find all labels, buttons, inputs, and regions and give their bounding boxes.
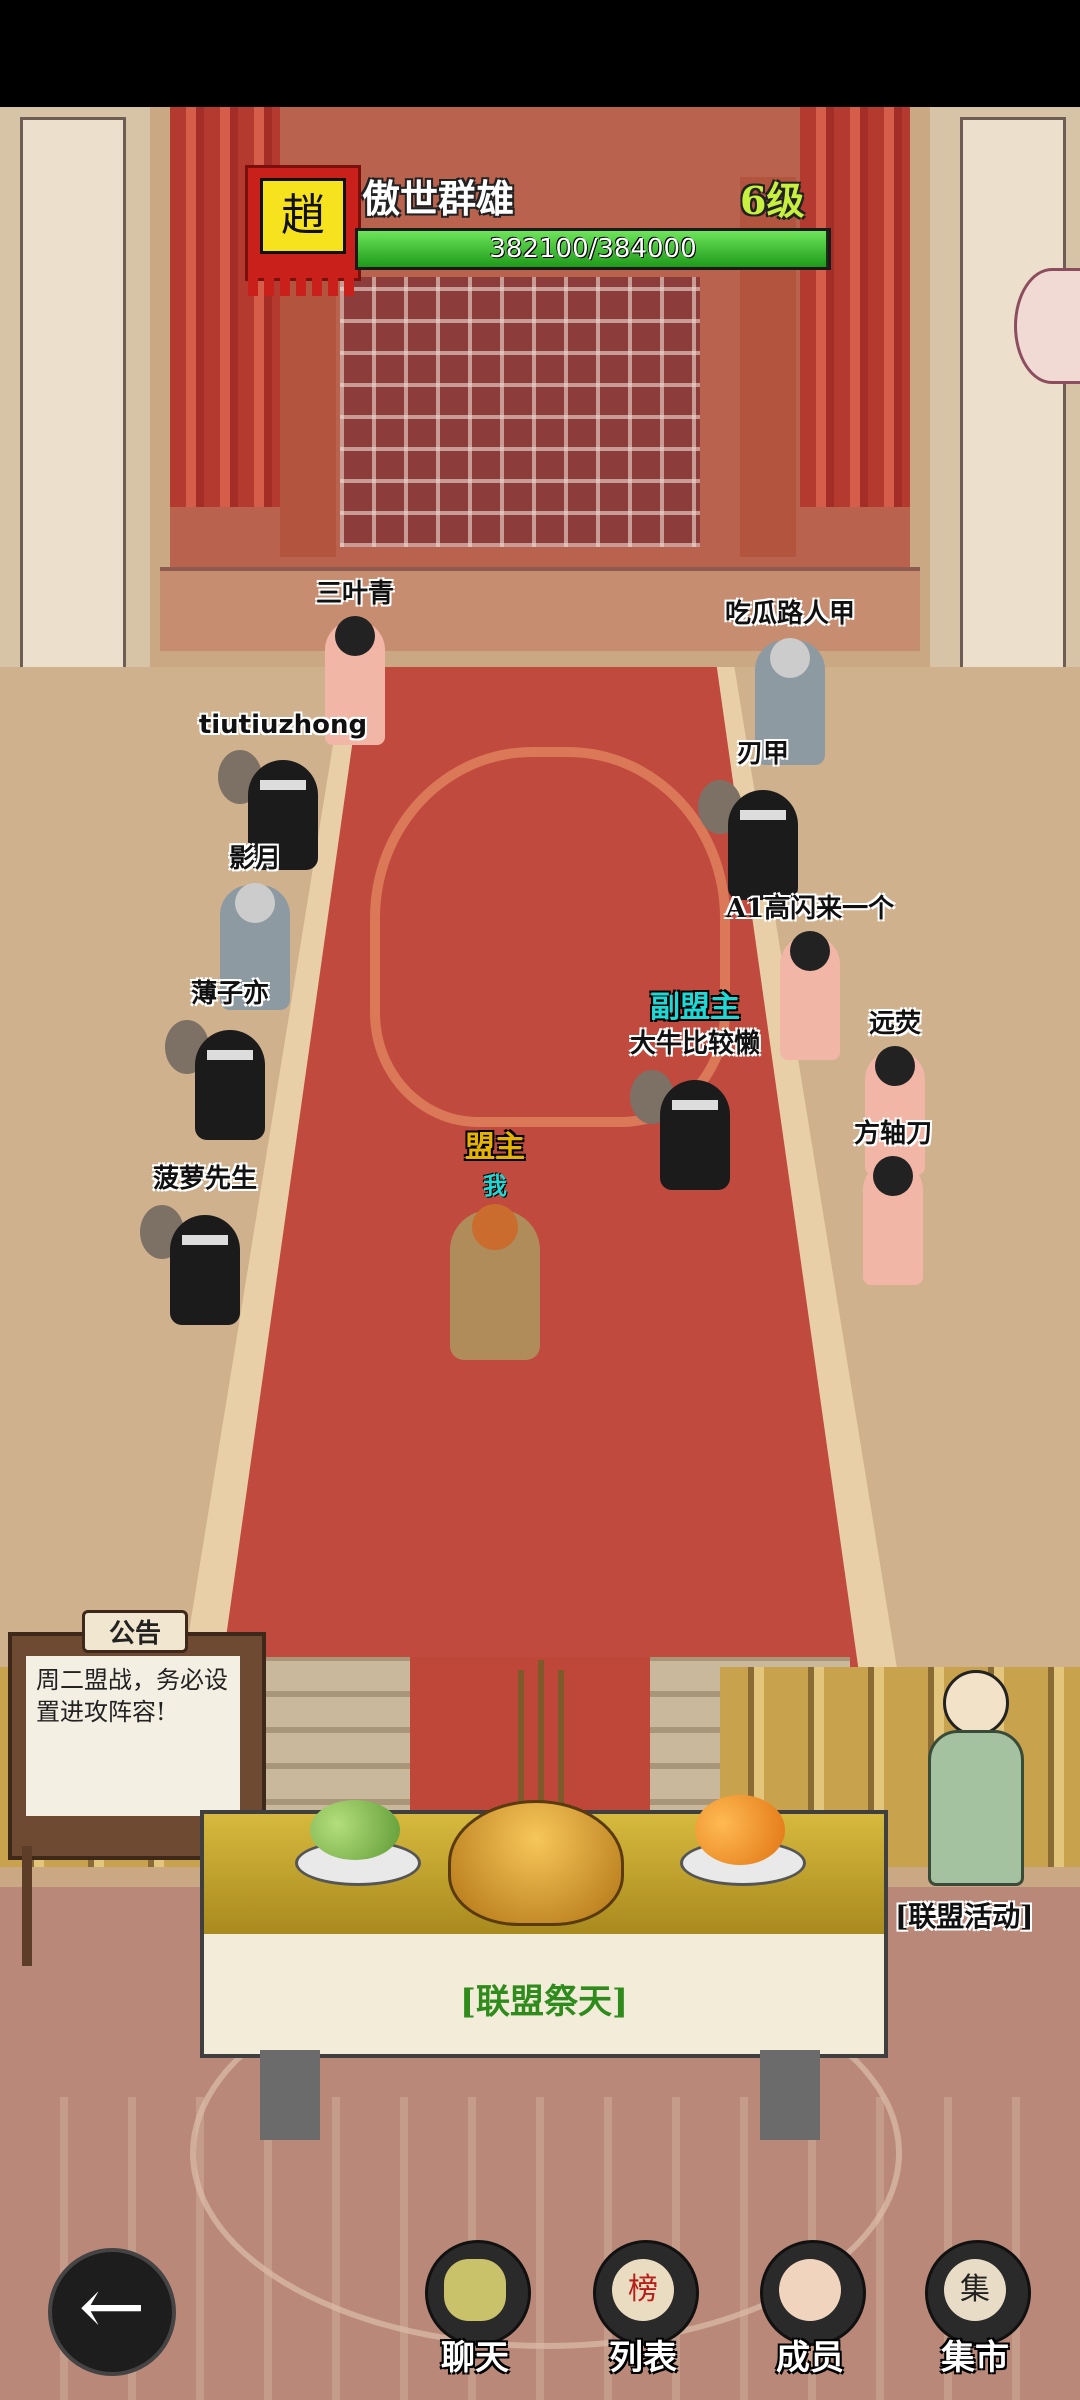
- guild-exp-bar: 382100/384000: [355, 228, 831, 270]
- activity-npc[interactable]: [918, 1650, 1028, 1890]
- member-name: tiutiuzhong: [198, 710, 368, 740]
- apples: [310, 1800, 400, 1860]
- nav-members-label: 成员: [776, 2338, 844, 2378]
- leader-sprite: [450, 1204, 540, 1360]
- member-name: 吃瓜路人甲: [724, 599, 856, 629]
- nav-list-button[interactable]: 榜 列表: [578, 2240, 708, 2390]
- banner-emblem: 趙: [260, 178, 346, 254]
- npc-body: [928, 1730, 1024, 1886]
- nav-list-label: 列表: [609, 2338, 677, 2378]
- member-character[interactable]: 方轴刀: [838, 1119, 948, 1290]
- guild-level: 6级: [740, 178, 805, 223]
- guild-name: 傲世群雄: [362, 176, 515, 221]
- banner-fringe: [248, 278, 358, 296]
- member-name: 三叶青: [315, 579, 395, 609]
- vice-leader-title: 副盟主: [650, 990, 740, 1025]
- nav-market-button[interactable]: 集 集市: [910, 2240, 1040, 2390]
- vice-leader-character[interactable]: 副盟主 大牛比较懒: [630, 990, 760, 1200]
- nav-members-button[interactable]: 成员: [745, 2240, 875, 2390]
- leader-character[interactable]: 盟主 我: [440, 1130, 550, 1370]
- incense-stick: [518, 1670, 524, 1820]
- member-name: 影月: [228, 844, 282, 874]
- nav-market-label: 集市: [941, 2338, 1009, 2378]
- altar-label: [联盟祭天]: [459, 1982, 629, 2022]
- member-name: 远荧: [868, 1009, 922, 1039]
- member-character[interactable]: 菠萝先生: [140, 1164, 260, 1335]
- member-name: A1高闪来一个: [725, 894, 895, 924]
- nav-chat-label: 聊天: [441, 2338, 509, 2378]
- back-arrow-icon[interactable]: ←: [48, 2248, 176, 2376]
- member-name: 刃甲: [736, 739, 790, 769]
- guild-banner[interactable]: 趙: [245, 165, 361, 296]
- member-name: 方轴刀: [853, 1119, 933, 1149]
- me-tag: 我: [483, 1171, 507, 1200]
- oranges: [695, 1795, 785, 1865]
- member-sprite: [863, 1156, 923, 1285]
- member-sprite: [660, 1080, 730, 1190]
- member-name: 薄子亦: [190, 979, 270, 1009]
- incense-stick: [558, 1670, 564, 1820]
- lattice-window: [340, 277, 700, 547]
- npc-head: [943, 1670, 1009, 1736]
- notice-text: 周二盟战，务必设置进攻阵容!: [26, 1656, 240, 1816]
- leader-title: 盟主: [465, 1130, 525, 1165]
- member-character[interactable]: 薄子亦: [165, 979, 285, 1150]
- member-sprite: [728, 790, 798, 900]
- nav-chat-button[interactable]: 聊天: [410, 2240, 540, 2390]
- member-sprite: [195, 1030, 265, 1140]
- member-sprite: [780, 931, 840, 1060]
- exp-text: 382100/384000: [489, 234, 697, 264]
- side-avatar[interactable]: [1014, 268, 1080, 384]
- activity-label[interactable]: [联盟活动]: [895, 1895, 1034, 1935]
- altar-leg: [260, 2050, 320, 2140]
- member-name: 大牛比较懒: [629, 1029, 761, 1059]
- altar-leg: [760, 2050, 820, 2140]
- member-sprite: [170, 1215, 240, 1325]
- notice-title: 公告: [82, 1610, 188, 1653]
- incense-censer: [448, 1800, 624, 1926]
- member-name: 菠萝先生: [152, 1164, 258, 1194]
- right-curtain: [800, 107, 910, 507]
- incense-stick: [538, 1660, 544, 1810]
- notice-leg: [22, 1846, 32, 1966]
